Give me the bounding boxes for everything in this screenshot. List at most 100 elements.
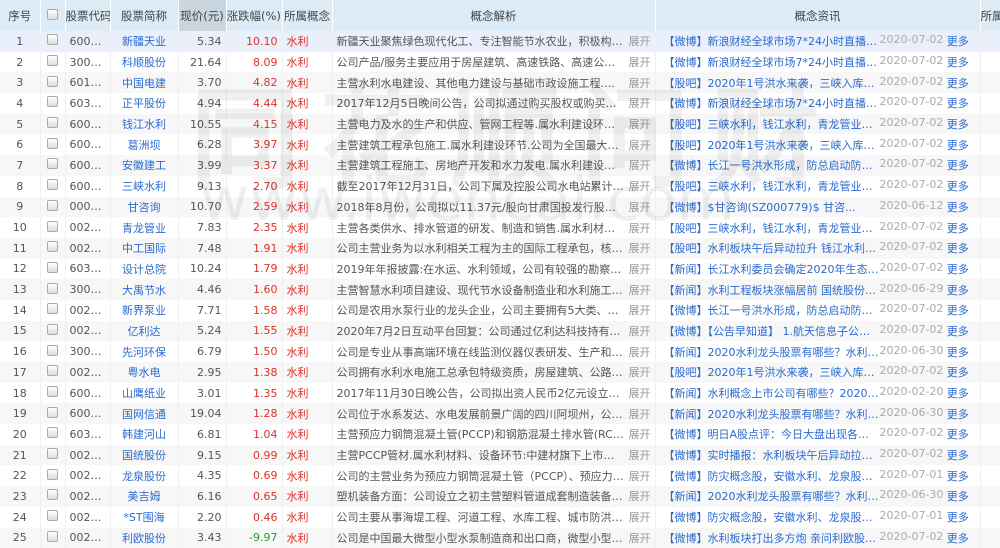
- news-link[interactable]: 【微博】水利板块打出多方炮 亲问利欧股份跌停...: [664, 530, 880, 546]
- col-code[interactable]: 股票代码: [65, 0, 110, 31]
- concept-tag[interactable]: 水利: [282, 321, 332, 342]
- table-row[interactable]: 20603616韩建河山6.811.04水利主营预应力钢筒混凝土管(PCCP)和…: [0, 424, 1000, 445]
- stock-name-link[interactable]: 龙泉股份: [110, 465, 178, 486]
- news-link[interactable]: 【微博】实时播报：水利板块午后异动拉升，新疆...: [664, 447, 880, 463]
- row-checkbox[interactable]: [40, 238, 65, 259]
- row-checkbox[interactable]: [40, 31, 65, 52]
- table-row[interactable]: 10002457青龙管业7.832.35水利主营各类供水、排水管道的研发、制造和…: [0, 217, 1000, 238]
- concept-tag[interactable]: 水利: [282, 197, 332, 218]
- row-checkbox[interactable]: [40, 341, 65, 362]
- more-link[interactable]: 更多: [947, 488, 976, 504]
- news-link[interactable]: 【股吧】2020年1号洪水来袭，三峡入库流量...: [664, 137, 880, 153]
- expand-link[interactable]: 展开: [629, 261, 651, 277]
- stock-name-link[interactable]: 三峡水利: [110, 176, 178, 197]
- expand-link[interactable]: 展开: [629, 530, 651, 546]
- expand-link[interactable]: 展开: [629, 54, 651, 70]
- stock-name-link[interactable]: 山鹰纸业: [110, 383, 178, 404]
- row-checkbox[interactable]: [40, 321, 65, 342]
- more-link[interactable]: 更多: [947, 344, 976, 360]
- more-link[interactable]: 更多: [947, 364, 976, 380]
- expand-link[interactable]: 展开: [629, 488, 651, 504]
- stock-name-link[interactable]: 新疆天业: [110, 31, 178, 52]
- concept-tag[interactable]: 水利: [282, 155, 332, 176]
- table-row[interactable]: 23002621美吉姆6.160.65水利塑机装备方面：公司设立之初主营塑料管道…: [0, 486, 1000, 507]
- expand-link[interactable]: 展开: [629, 364, 651, 380]
- col-name[interactable]: 股票简称: [110, 0, 178, 31]
- news-link[interactable]: 【微博】长江一号洪水形成，防总启动防汛III级应...: [664, 157, 880, 173]
- more-link[interactable]: 更多: [947, 137, 976, 153]
- news-link[interactable]: 【股吧】三峡水利，钱江水利，青龙管业等，你的...: [664, 116, 880, 132]
- col-analysis[interactable]: 概念解析: [332, 0, 655, 31]
- row-checkbox[interactable]: [40, 507, 65, 528]
- expand-link[interactable]: 展开: [629, 116, 651, 132]
- row-checkbox[interactable]: [40, 445, 65, 466]
- table-row[interactable]: 17002060粤水电2.951.38水利公司拥有水利水电施工总承包特级资质，房…: [0, 362, 1000, 383]
- row-checkbox[interactable]: [40, 176, 65, 197]
- news-link[interactable]: 【微博】新浪财经全球市场7*24小时直播 【...: [664, 95, 880, 111]
- news-link[interactable]: 【微博】【公告早知道】 1.航天信息子公司...: [664, 323, 880, 339]
- stock-name-link[interactable]: 中工国际: [110, 238, 178, 259]
- more-link[interactable]: 更多: [947, 406, 976, 422]
- more-link[interactable]: 更多: [947, 509, 976, 525]
- more-link[interactable]: 更多: [947, 530, 976, 546]
- expand-link[interactable]: 展开: [629, 406, 651, 422]
- table-row[interactable]: 3601669中国电建3.704.82水利主营水利水电建设、其他电力建设与基础市…: [0, 72, 1000, 93]
- table-row[interactable]: 9000779甘咨询10.702.59水利2018年8月份，公司拟以11.37元…: [0, 197, 1000, 218]
- more-link[interactable]: 更多: [947, 33, 976, 49]
- expand-link[interactable]: 展开: [629, 137, 651, 153]
- expand-link[interactable]: 展开: [629, 240, 651, 256]
- stock-name-link[interactable]: 国统股份: [110, 445, 178, 466]
- table-row[interactable]: 25002131利欧股份3.43-9.97水利公司是中国最大微型小型水泵制造商和…: [0, 528, 1000, 548]
- table-row[interactable]: 24002586*ST围海2.200.46水利公司主要从事海堤工程、河道工程、水…: [0, 507, 1000, 528]
- stock-name-link[interactable]: 新界泵业: [110, 300, 178, 321]
- concept-tag[interactable]: 水利: [282, 93, 332, 114]
- stock-name-link[interactable]: 中国电建: [110, 72, 178, 93]
- concept-tag[interactable]: 水利: [282, 362, 332, 383]
- expand-link[interactable]: 展开: [629, 447, 651, 463]
- news-link[interactable]: 【新闻】长江水利委员会确定2020年生态流量...: [664, 261, 880, 277]
- row-checkbox[interactable]: [40, 300, 65, 321]
- news-link[interactable]: 【股吧】三峡水利，钱江水利，青龙管业等，你的...: [664, 178, 880, 194]
- select-all-checkbox[interactable]: [40, 0, 65, 31]
- news-link[interactable]: 【微博】明日A股点评：今日大盘出现各大板块...: [664, 426, 880, 442]
- more-link[interactable]: 更多: [947, 426, 976, 442]
- table-row[interactable]: 13300021大禹节水4.461.60水利主营智慧水利项目建设、现代节水设备制…: [0, 279, 1000, 300]
- row-checkbox[interactable]: [40, 52, 65, 73]
- news-link[interactable]: 【微博】新浪财经全球市场7*24小时直播 【...: [664, 33, 880, 49]
- row-checkbox[interactable]: [40, 217, 65, 238]
- row-checkbox[interactable]: [40, 383, 65, 404]
- concept-tag[interactable]: 水利: [282, 507, 332, 528]
- news-link[interactable]: 【股吧】2020年1号洪水来袭，三峡入库流量...: [664, 75, 880, 91]
- more-link[interactable]: 更多: [947, 75, 976, 91]
- table-row[interactable]: 19600131国网信通19.041.28水利公司位于水系发达、水电发展前景广阔…: [0, 403, 1000, 424]
- table-row[interactable]: 2300737科顺股份21.648.09水利公司产品/服务主要应用于房屋建筑、高…: [0, 52, 1000, 73]
- stock-name-link[interactable]: 利欧股份: [110, 528, 178, 548]
- news-link[interactable]: 【微博】新浪财经全球市场7*24小时直播 【...: [664, 54, 880, 70]
- stock-name-link[interactable]: 葛洲坝: [110, 134, 178, 155]
- news-link[interactable]: 【新闻】2020水利龙头股票有哪些？水利概念...: [664, 488, 880, 504]
- more-link[interactable]: 更多: [947, 385, 976, 401]
- concept-tag[interactable]: 水利: [282, 52, 332, 73]
- col-change[interactable]: 涨跌幅(%)↓: [226, 0, 282, 31]
- stock-name-link[interactable]: 青龙管业: [110, 217, 178, 238]
- expand-link[interactable]: 展开: [629, 323, 651, 339]
- table-row[interactable]: 5600283钱江水利10.554.15水利主营电力及水的生产和供应、管网工程等…: [0, 114, 1000, 135]
- row-checkbox[interactable]: [40, 424, 65, 445]
- row-checkbox[interactable]: [40, 134, 65, 155]
- table-row[interactable]: 21002205国统股份9.150.99水利主营PCCP管材.属水利材料、设备环…: [0, 445, 1000, 466]
- more-link[interactable]: 更多: [947, 468, 976, 484]
- news-link[interactable]: 【微博】长江一号洪水形成，防总启动防汛III级应...: [664, 302, 880, 318]
- row-checkbox[interactable]: [40, 155, 65, 176]
- concept-tag[interactable]: 水利: [282, 424, 332, 445]
- row-checkbox[interactable]: [40, 403, 65, 424]
- row-checkbox[interactable]: [40, 72, 65, 93]
- stock-name-link[interactable]: 科顺股份: [110, 52, 178, 73]
- expand-link[interactable]: 展开: [629, 385, 651, 401]
- expand-link[interactable]: 展开: [629, 344, 651, 360]
- stock-name-link[interactable]: 安徽建工: [110, 155, 178, 176]
- concept-tag[interactable]: 水利: [282, 528, 332, 548]
- more-link[interactable]: 更多: [947, 178, 976, 194]
- table-row[interactable]: 7600502安徽建工3.993.37水利主营建筑工程施工、房地产开发和水力发电…: [0, 155, 1000, 176]
- row-checkbox[interactable]: [40, 528, 65, 548]
- expand-link[interactable]: 展开: [629, 468, 651, 484]
